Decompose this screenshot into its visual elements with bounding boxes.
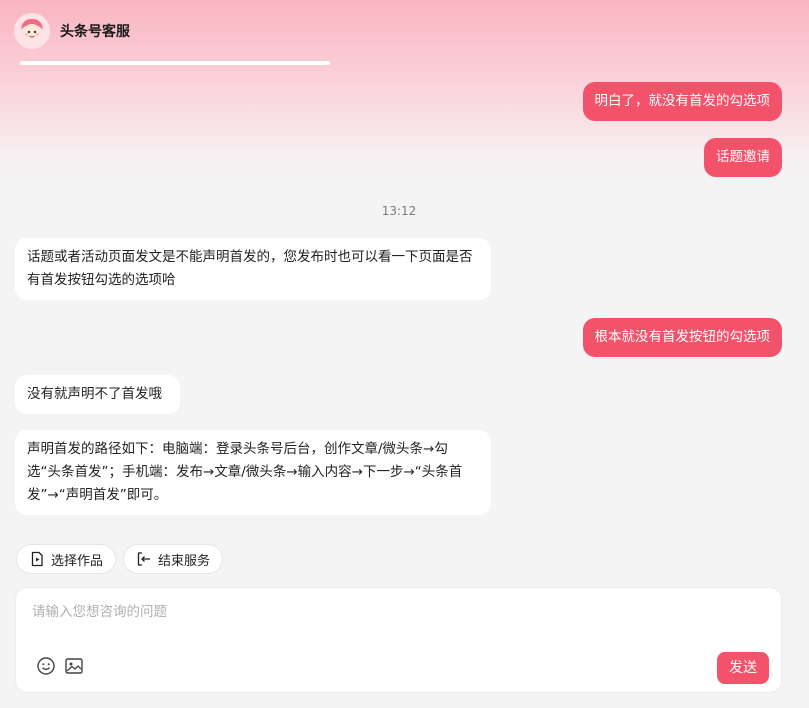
user-message: 明白了，就没有首发的勾选项	[582, 82, 782, 121]
end-service-label: 结束服务	[158, 553, 211, 569]
select-work-button[interactable]: 选择作品	[16, 544, 117, 574]
message-input-container: 发送	[15, 587, 782, 693]
user-message: 话题邀请	[704, 138, 782, 177]
exit-icon	[136, 551, 152, 567]
bot-message: 话题或者活动页面发文是不能声明首发的，您发布时也可以看一下页面是否有首发按钮勾选…	[15, 238, 491, 300]
header-divider	[20, 61, 330, 65]
send-button[interactable]: 发送	[717, 652, 769, 684]
user-message: 根本就没有首发按钮的勾选项	[582, 318, 782, 357]
avatar-icon	[14, 13, 50, 49]
end-service-button[interactable]: 结束服务	[123, 544, 224, 574]
message-timestamp: 13:12	[381, 204, 417, 218]
service-name: 头条号客服	[60, 24, 130, 40]
bot-message: 声明首发的路径如下：电脑端：登录头条号后台，创作文章/微头条→勾选“头条首发”；…	[15, 430, 491, 515]
image-icon[interactable]	[64, 656, 84, 676]
message-input[interactable]	[32, 600, 732, 640]
select-work-label: 选择作品	[51, 553, 104, 569]
chat-header: 头条号客服	[14, 13, 130, 49]
bot-message: 没有就声明不了首发哦	[15, 375, 180, 414]
emoji-icon[interactable]	[36, 656, 56, 676]
document-icon	[29, 551, 45, 567]
